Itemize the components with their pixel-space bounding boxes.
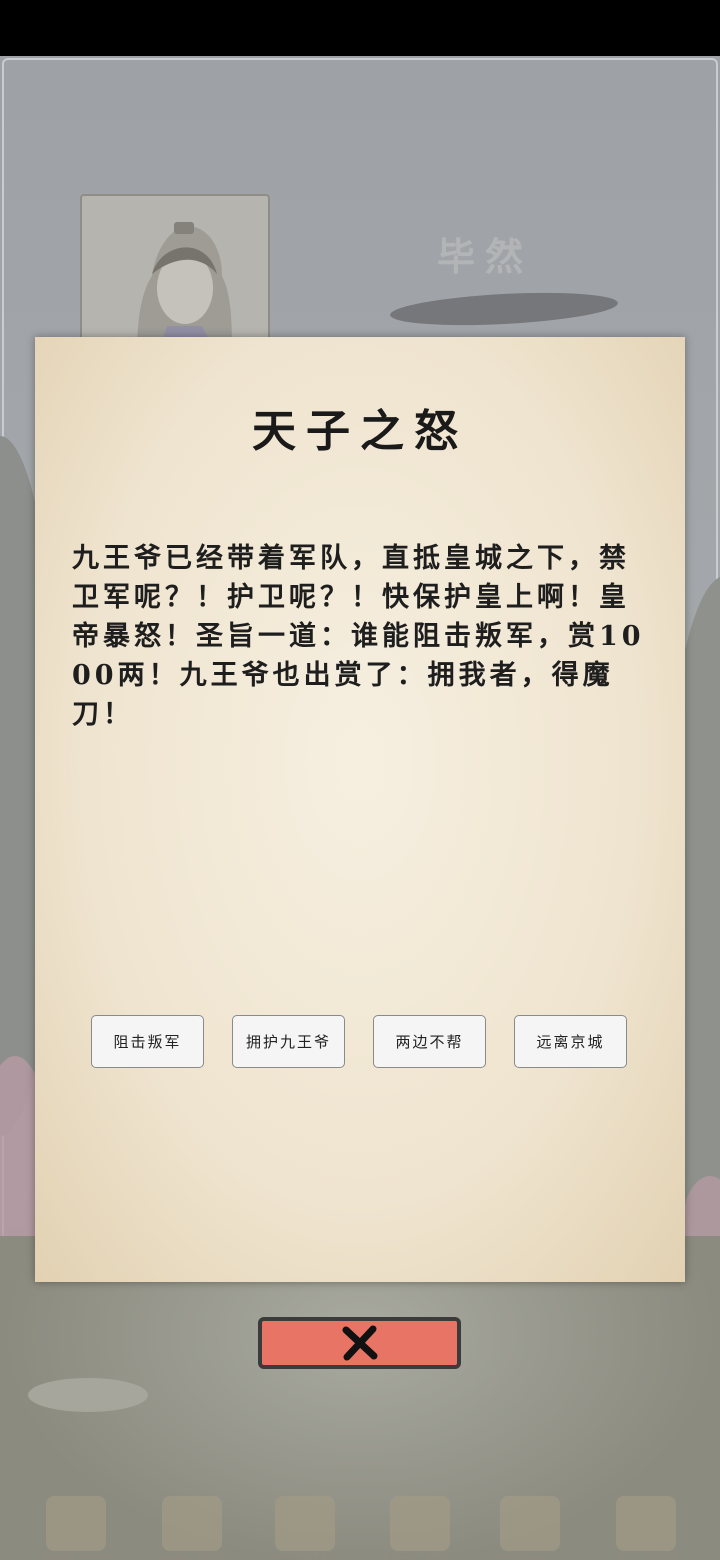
nav-label: 装备 bbox=[142, 1542, 242, 1560]
nav-label: 闯关 bbox=[370, 1542, 470, 1560]
close-button[interactable] bbox=[258, 1317, 461, 1369]
event-dialog: 天子之怒 九王爷已经带着军队，直抵皇城之下，禁卫军呢？！护卫呢？！快保护皇上啊！… bbox=[35, 337, 685, 1282]
bottom-navbar: 首页 装备 江湖 闯关 武功 伙伴 bbox=[0, 1486, 720, 1560]
npc-name: 毕然 bbox=[437, 234, 534, 279]
rock bbox=[28, 1378, 148, 1412]
nav-label: 武功 bbox=[480, 1542, 580, 1560]
choice-button-neutral[interactable]: 两边不帮 bbox=[373, 1015, 486, 1068]
dialog-story-text: 九王爷已经带着军队，直抵皇城之下，禁卫军呢？！护卫呢？！快保护皇上啊！皇帝暴怒！… bbox=[72, 543, 645, 730]
nav-equipment[interactable]: 装备 bbox=[142, 1486, 242, 1560]
npc-portrait bbox=[80, 194, 270, 358]
nav-home[interactable]: 首页 bbox=[26, 1486, 126, 1560]
nav-label: 江湖 bbox=[255, 1542, 355, 1560]
nav-jianghu[interactable]: 江湖 bbox=[255, 1486, 355, 1560]
nav-label: 首页 bbox=[26, 1542, 126, 1560]
close-icon bbox=[342, 1325, 377, 1361]
nav-partners[interactable]: 伙伴 bbox=[596, 1486, 696, 1560]
dialog-title: 天子之怒 bbox=[252, 406, 468, 457]
choice-button-attack-rebels[interactable]: 阻击叛军 bbox=[91, 1015, 204, 1068]
nav-challenge[interactable]: 闯关 bbox=[370, 1486, 470, 1560]
character-sketch-icon bbox=[137, 222, 232, 356]
choice-button-support-prince[interactable]: 拥护九王爷 bbox=[232, 1015, 345, 1068]
status-bar bbox=[0, 0, 720, 56]
choice-button-leave-capital[interactable]: 远离京城 bbox=[514, 1015, 627, 1068]
nav-label: 伙伴 bbox=[596, 1542, 696, 1560]
nav-martial-arts[interactable]: 武功 bbox=[480, 1486, 580, 1560]
